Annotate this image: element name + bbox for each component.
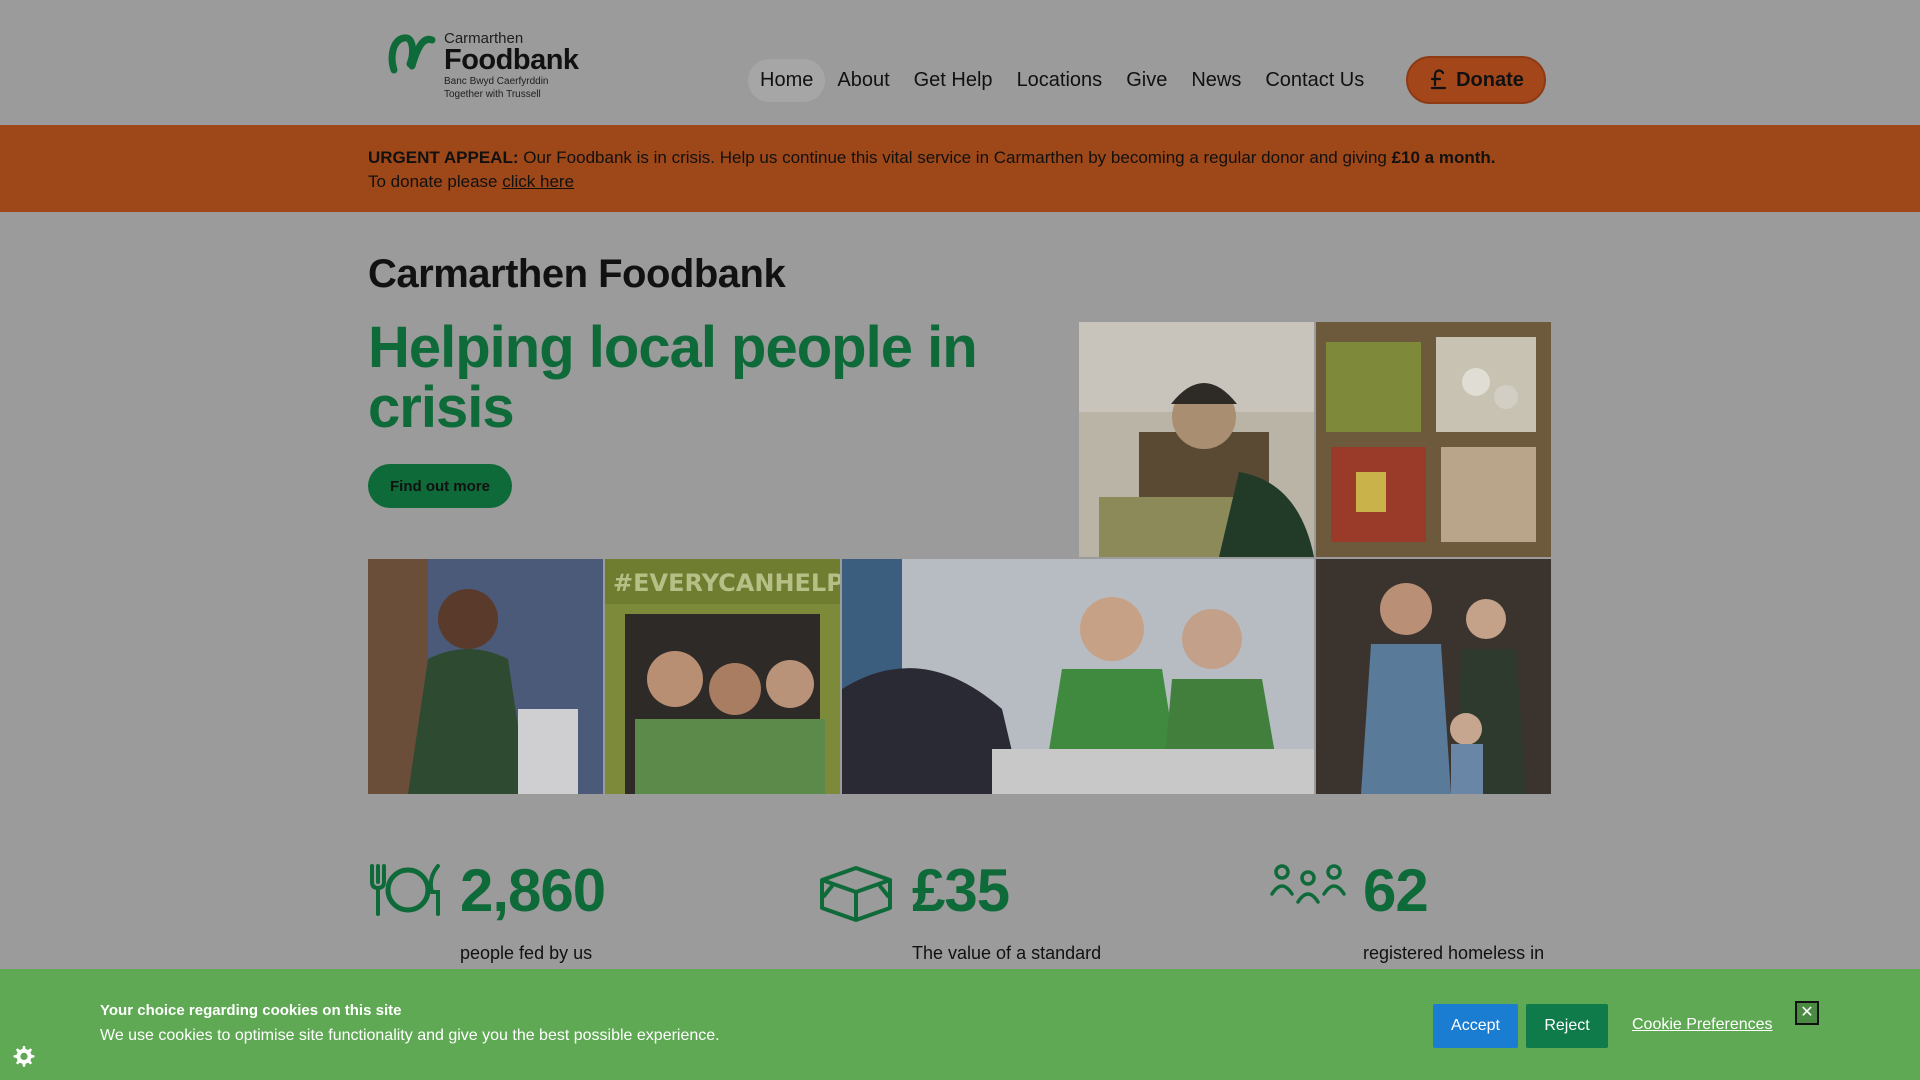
cookie-banner: Your choice regarding cookies on this si…	[0, 969, 1920, 1080]
main-nav: Home About Get Help Locations Give News …	[748, 56, 1376, 104]
logo-text-foodbank: Foodbank	[444, 44, 579, 76]
box-icon	[820, 866, 892, 922]
find-out-more-button[interactable]: Find out more	[368, 464, 512, 508]
people-icon	[1270, 864, 1346, 904]
nav-about[interactable]: About	[825, 59, 901, 102]
nav-news[interactable]: News	[1179, 59, 1253, 102]
hero-headline: Helping local people in crisis	[368, 315, 978, 440]
cookie-reject-button[interactable]: Reject	[1526, 1004, 1608, 1048]
site-header: Carmarthen Foodbank Banc Bwyd Caerfyrddi…	[0, 0, 1920, 125]
nav-home[interactable]: Home	[748, 58, 826, 102]
site-title: Carmarthen Foodbank	[368, 252, 786, 296]
appeal-click-here-link[interactable]: click here	[502, 172, 574, 191]
nav-get-help[interactable]: Get Help	[902, 59, 1005, 102]
donate-label: Donate	[1456, 68, 1524, 91]
stat-desc-people-fed: people fed by us	[460, 943, 593, 963]
cookie-preferences-link[interactable]: Cookie Preferences	[1632, 1016, 1773, 1034]
photo-food-boxes	[1316, 322, 1551, 557]
photo-everycanhelps-group: #EVERYCANHELPS	[605, 559, 840, 794]
cookie-text: We use cookies to optimise site function…	[100, 1027, 720, 1044]
nav-locations[interactable]: Locations	[1005, 59, 1115, 102]
gear-icon[interactable]	[10, 1044, 36, 1070]
stat-value-parcel: £35	[912, 857, 1010, 924]
nav-contact-us[interactable]: Contact Us	[1253, 59, 1376, 102]
stat-value-homeless: 62	[1363, 857, 1429, 924]
site-logo[interactable]: Carmarthen Foodbank Banc Bwyd Caerfyrddi…	[388, 28, 579, 108]
pound-hand-icon	[1430, 69, 1447, 90]
photo-volunteers-with-child	[1316, 559, 1551, 794]
stat-desc-homeless: registered homeless in	[1363, 943, 1545, 963]
plate-cutlery-icon	[370, 864, 440, 916]
appeal-amount: £10 a month.	[1391, 148, 1496, 167]
cookie-accept-button[interactable]: Accept	[1433, 1004, 1518, 1048]
photo-volunteer-smiling	[368, 559, 603, 794]
photo-volunteers-at-table	[842, 559, 1314, 794]
logo-text-welsh: Banc Bwyd Caerfyrddin	[444, 76, 549, 87]
urgent-appeal-banner: URGENT APPEAL: Our Foodbank is in crisis…	[0, 125, 1920, 212]
logo-text-trussell: Together with Trussell	[444, 89, 541, 100]
nav-give[interactable]: Give	[1114, 59, 1179, 102]
close-icon[interactable]: ✕	[1795, 1001, 1819, 1025]
foodbank-logo-icon	[388, 34, 436, 74]
appeal-text: URGENT APPEAL: Our Foodbank is in crisis…	[368, 146, 1568, 194]
photo-man-with-parcel	[1079, 322, 1314, 557]
cookie-title: Your choice regarding cookies on this si…	[100, 1002, 402, 1019]
stat-value-people-fed: 2,860	[460, 857, 606, 924]
appeal-body: Our Foodbank is in crisis. Help us conti…	[518, 148, 1392, 167]
appeal-lead: URGENT APPEAL:	[368, 148, 519, 167]
stat-desc-parcel: The value of a standard	[912, 943, 1102, 963]
donate-button[interactable]: Donate	[1406, 56, 1546, 104]
svg-text:#EVERYCANHELPS: #EVERYCANHELPS	[613, 569, 840, 597]
appeal-donate-prefix: To donate please	[368, 172, 503, 191]
